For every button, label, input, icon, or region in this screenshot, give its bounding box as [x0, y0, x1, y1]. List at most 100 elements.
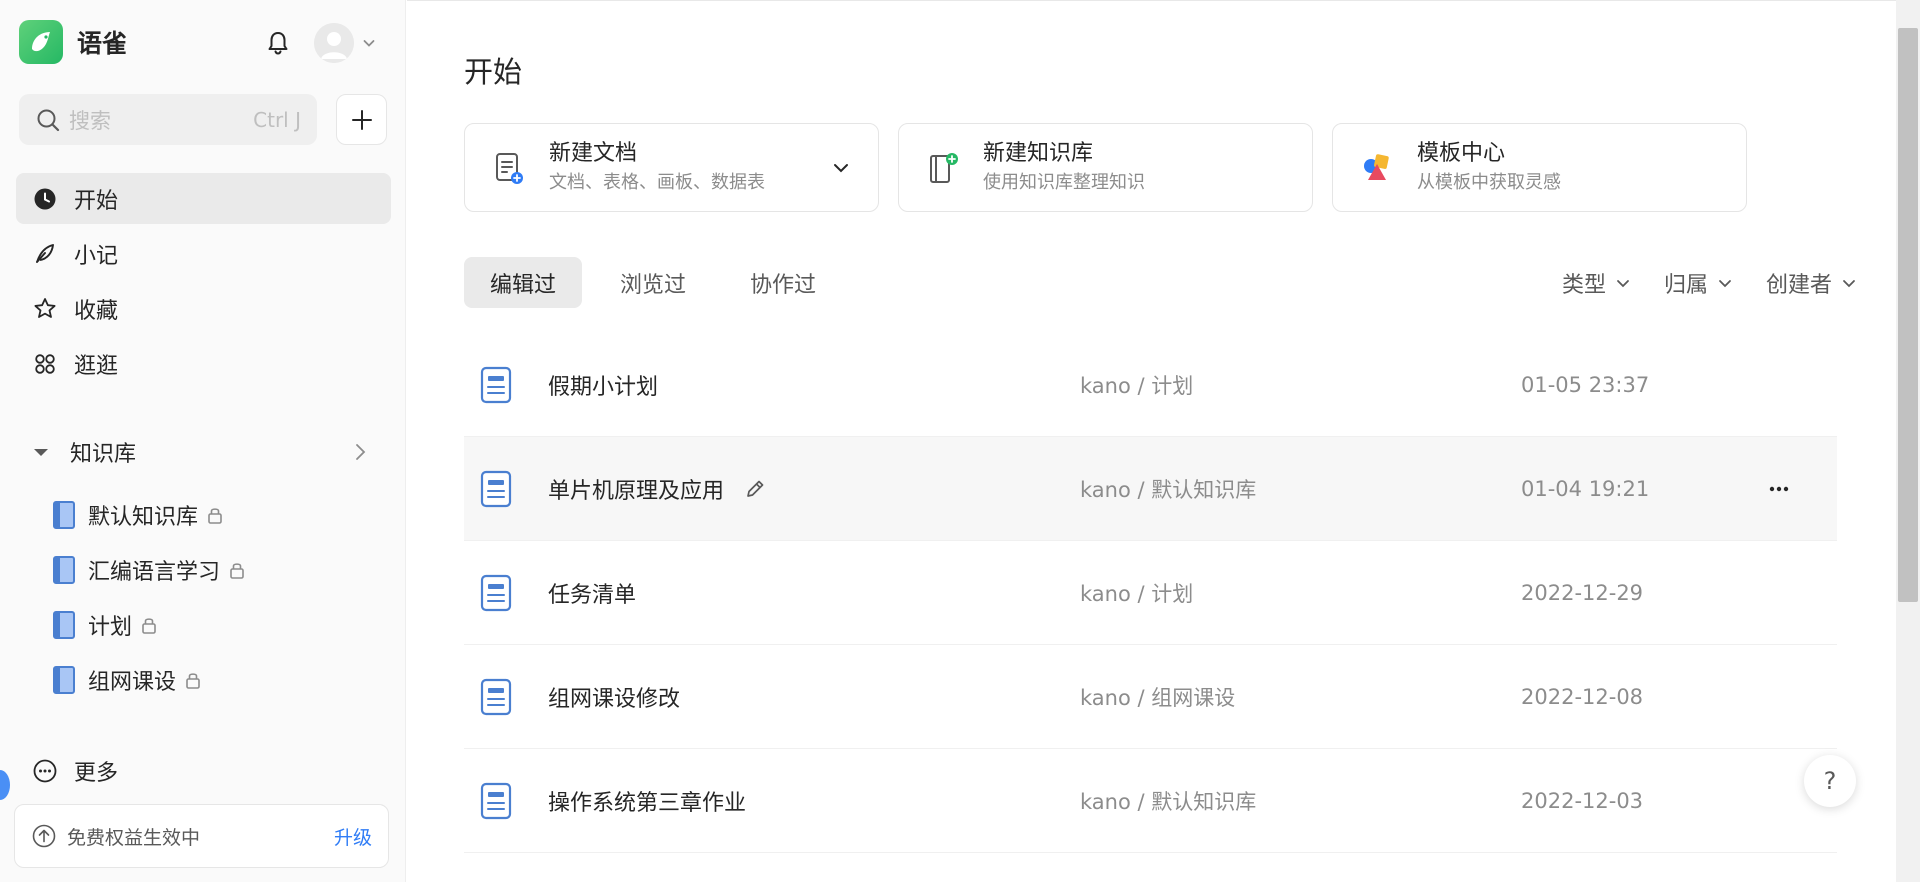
sidebar-item-label: 更多 [74, 761, 119, 786]
search-shortcut: Ctrl J [253, 107, 301, 132]
tab-collaborated[interactable]: 协作过 [724, 257, 842, 308]
kb-item-assembly[interactable]: 汇编语言学习 [52, 542, 382, 597]
floating-indicator[interactable] [0, 770, 10, 800]
brand-name: 语雀 [77, 29, 128, 58]
sidebar-item-label: 逛逛 [74, 353, 119, 379]
sidebar-item-more[interactable]: 更多 [16, 746, 391, 796]
filter-label: 归属 [1663, 272, 1708, 298]
filter-owner[interactable]: 归属 [1664, 267, 1734, 299]
filter-creator[interactable]: 创建者 [1766, 267, 1858, 299]
upgrade-link[interactable]: 升级 [334, 823, 372, 850]
doc-title: 单片机原理及应用 [548, 473, 766, 505]
quick-actions: 新建文档 文档、表格、画板、数据表 新建知识库 使用知识库整理知识 模板中心 从… [464, 123, 1766, 212]
sidebar-item-label: 收藏 [74, 298, 119, 324]
chevron-down-icon [1617, 279, 1629, 287]
card-title: 新建文档 [549, 140, 638, 166]
filter-label: 类型 [1561, 272, 1606, 298]
user-menu[interactable] [314, 23, 376, 63]
doc-title: 任务清单 [548, 577, 636, 609]
kb-item-label: 计划 [88, 614, 133, 640]
caret-down-icon[interactable] [30, 441, 52, 463]
notification-bell-icon[interactable] [264, 29, 292, 57]
scrollbar-thumb[interactable] [1898, 28, 1918, 602]
kb-item-network-course[interactable]: 组网课设 [52, 652, 382, 707]
lock-icon [230, 562, 244, 579]
document-icon [480, 574, 512, 611]
card-title: 新建知识库 [983, 140, 1094, 166]
sidebar-item-start[interactable]: 开始 [16, 173, 391, 224]
chevron-down-icon[interactable] [830, 157, 852, 179]
upgrade-banner: 免费权益生效中 升级 [14, 804, 389, 868]
doc-path[interactable]: kano / 默认知识库 [1080, 474, 1256, 504]
brand[interactable]: 语雀 [19, 20, 127, 64]
lock-icon [208, 507, 222, 524]
new-document-icon [496, 152, 523, 184]
knowledge-base-section-header[interactable]: 知识库 [16, 427, 391, 477]
kb-item-label: 默认知识库 [88, 504, 199, 530]
doc-time: 2022-12-08 [1521, 684, 1644, 709]
tab-edited[interactable]: 编辑过 [464, 257, 583, 308]
filter-label: 创建者 [1765, 272, 1832, 298]
sidebar-item-label: 小记 [74, 243, 119, 269]
card-subtitle: 从模板中获取灵感 [1417, 171, 1561, 193]
book-icon [53, 610, 75, 639]
star-icon [34, 297, 56, 318]
more-circle-icon [33, 759, 57, 783]
kb-item-default[interactable]: 默认知识库 [52, 487, 382, 542]
table-row[interactable]: 组网课设修改 kano / 组网课设 2022-12-08 [464, 645, 1837, 749]
kb-item-label: 汇编语言学习 [88, 559, 221, 585]
new-book-icon [930, 152, 958, 183]
doc-path[interactable]: kano / 默认知识库 [1080, 786, 1256, 816]
doc-path[interactable]: kano / 计划 [1080, 578, 1193, 608]
table-row[interactable]: 单片机原理及应用 kano / 默认知识库 01-04 19:21 [464, 437, 1837, 541]
search-input[interactable]: 搜索 Ctrl J [19, 94, 317, 145]
book-icon [53, 555, 75, 584]
kb-item-plan[interactable]: 计划 [52, 597, 382, 652]
book-icon [53, 665, 75, 694]
doc-title-text: 假期小计划 [548, 374, 659, 400]
sidebar-item-explore[interactable]: 逛逛 [16, 338, 391, 389]
knowledge-base-list: 默认知识库 汇编语言学习 计划 组网课设 [52, 487, 382, 707]
table-row[interactable]: 操作系统第三章作业 kano / 默认知识库 2022-12-03 [464, 749, 1837, 853]
doc-title: 假期小计划 [548, 369, 658, 401]
sidebar-nav: 开始 小记 收藏 逛逛 [16, 173, 391, 393]
filter-type[interactable]: 类型 [1562, 267, 1632, 299]
document-filters: 类型 归属 创建者 [1530, 257, 1858, 308]
knowledge-base-title: 知识库 [70, 442, 137, 467]
document-tabs: 编辑过 浏览过 协作过 [464, 257, 854, 308]
plus-icon [351, 109, 372, 130]
new-document-card[interactable]: 新建文档 文档、表格、画板、数据表 [464, 123, 879, 212]
document-icon [480, 678, 512, 715]
table-row[interactable]: 任务清单 kano / 计划 2022-12-29 [464, 541, 1837, 645]
tab-viewed[interactable]: 浏览过 [594, 257, 712, 308]
card-subtitle: 文档、表格、画板、数据表 [549, 171, 765, 193]
doc-title: 操作系统第三章作业 [548, 785, 746, 817]
main-content: 开始 新建文档 文档、表格、画板、数据表 新建知识库 使用知识库整理知识 模板中… [407, 0, 1920, 882]
chevron-down-icon [363, 40, 375, 47]
more-options-icon[interactable] [1764, 474, 1794, 504]
feather-icon [36, 243, 54, 263]
create-button[interactable] [336, 94, 387, 145]
sidebar: 语雀 搜索 Ctrl J 开始 小记 收藏 逛逛 知识库 默认知识库 汇编语言学… [0, 0, 406, 882]
new-knowledge-base-card[interactable]: 新建知识库 使用知识库整理知识 [898, 123, 1313, 212]
help-button[interactable]: ? [1804, 755, 1856, 807]
doc-title-text: 组网课设修改 [548, 686, 681, 712]
table-row[interactable]: 假期小计划 kano / 计划 01-05 23:37 [464, 333, 1837, 437]
chevron-right-icon[interactable] [349, 441, 371, 463]
card-subtitle: 使用知识库整理知识 [983, 171, 1145, 193]
document-icon [480, 470, 512, 507]
doc-path[interactable]: kano / 计划 [1080, 370, 1193, 400]
template-center-card[interactable]: 模板中心 从模板中获取灵感 [1332, 123, 1747, 212]
sidebar-item-favorites[interactable]: 收藏 [16, 283, 391, 334]
upgrade-arrow-icon [32, 824, 56, 848]
doc-path[interactable]: kano / 组网课设 [1080, 682, 1235, 712]
lock-icon [142, 617, 156, 634]
doc-time: 2022-12-29 [1521, 580, 1644, 605]
pencil-icon[interactable] [744, 478, 766, 500]
doc-title-text: 单片机原理及应用 [548, 478, 725, 504]
kb-item-label: 组网课设 [88, 669, 177, 695]
search-placeholder: 搜索 [69, 108, 111, 133]
doc-title: 组网课设修改 [548, 681, 680, 713]
sidebar-item-notes[interactable]: 小记 [16, 228, 391, 279]
doc-time: 2022-12-03 [1521, 788, 1644, 813]
